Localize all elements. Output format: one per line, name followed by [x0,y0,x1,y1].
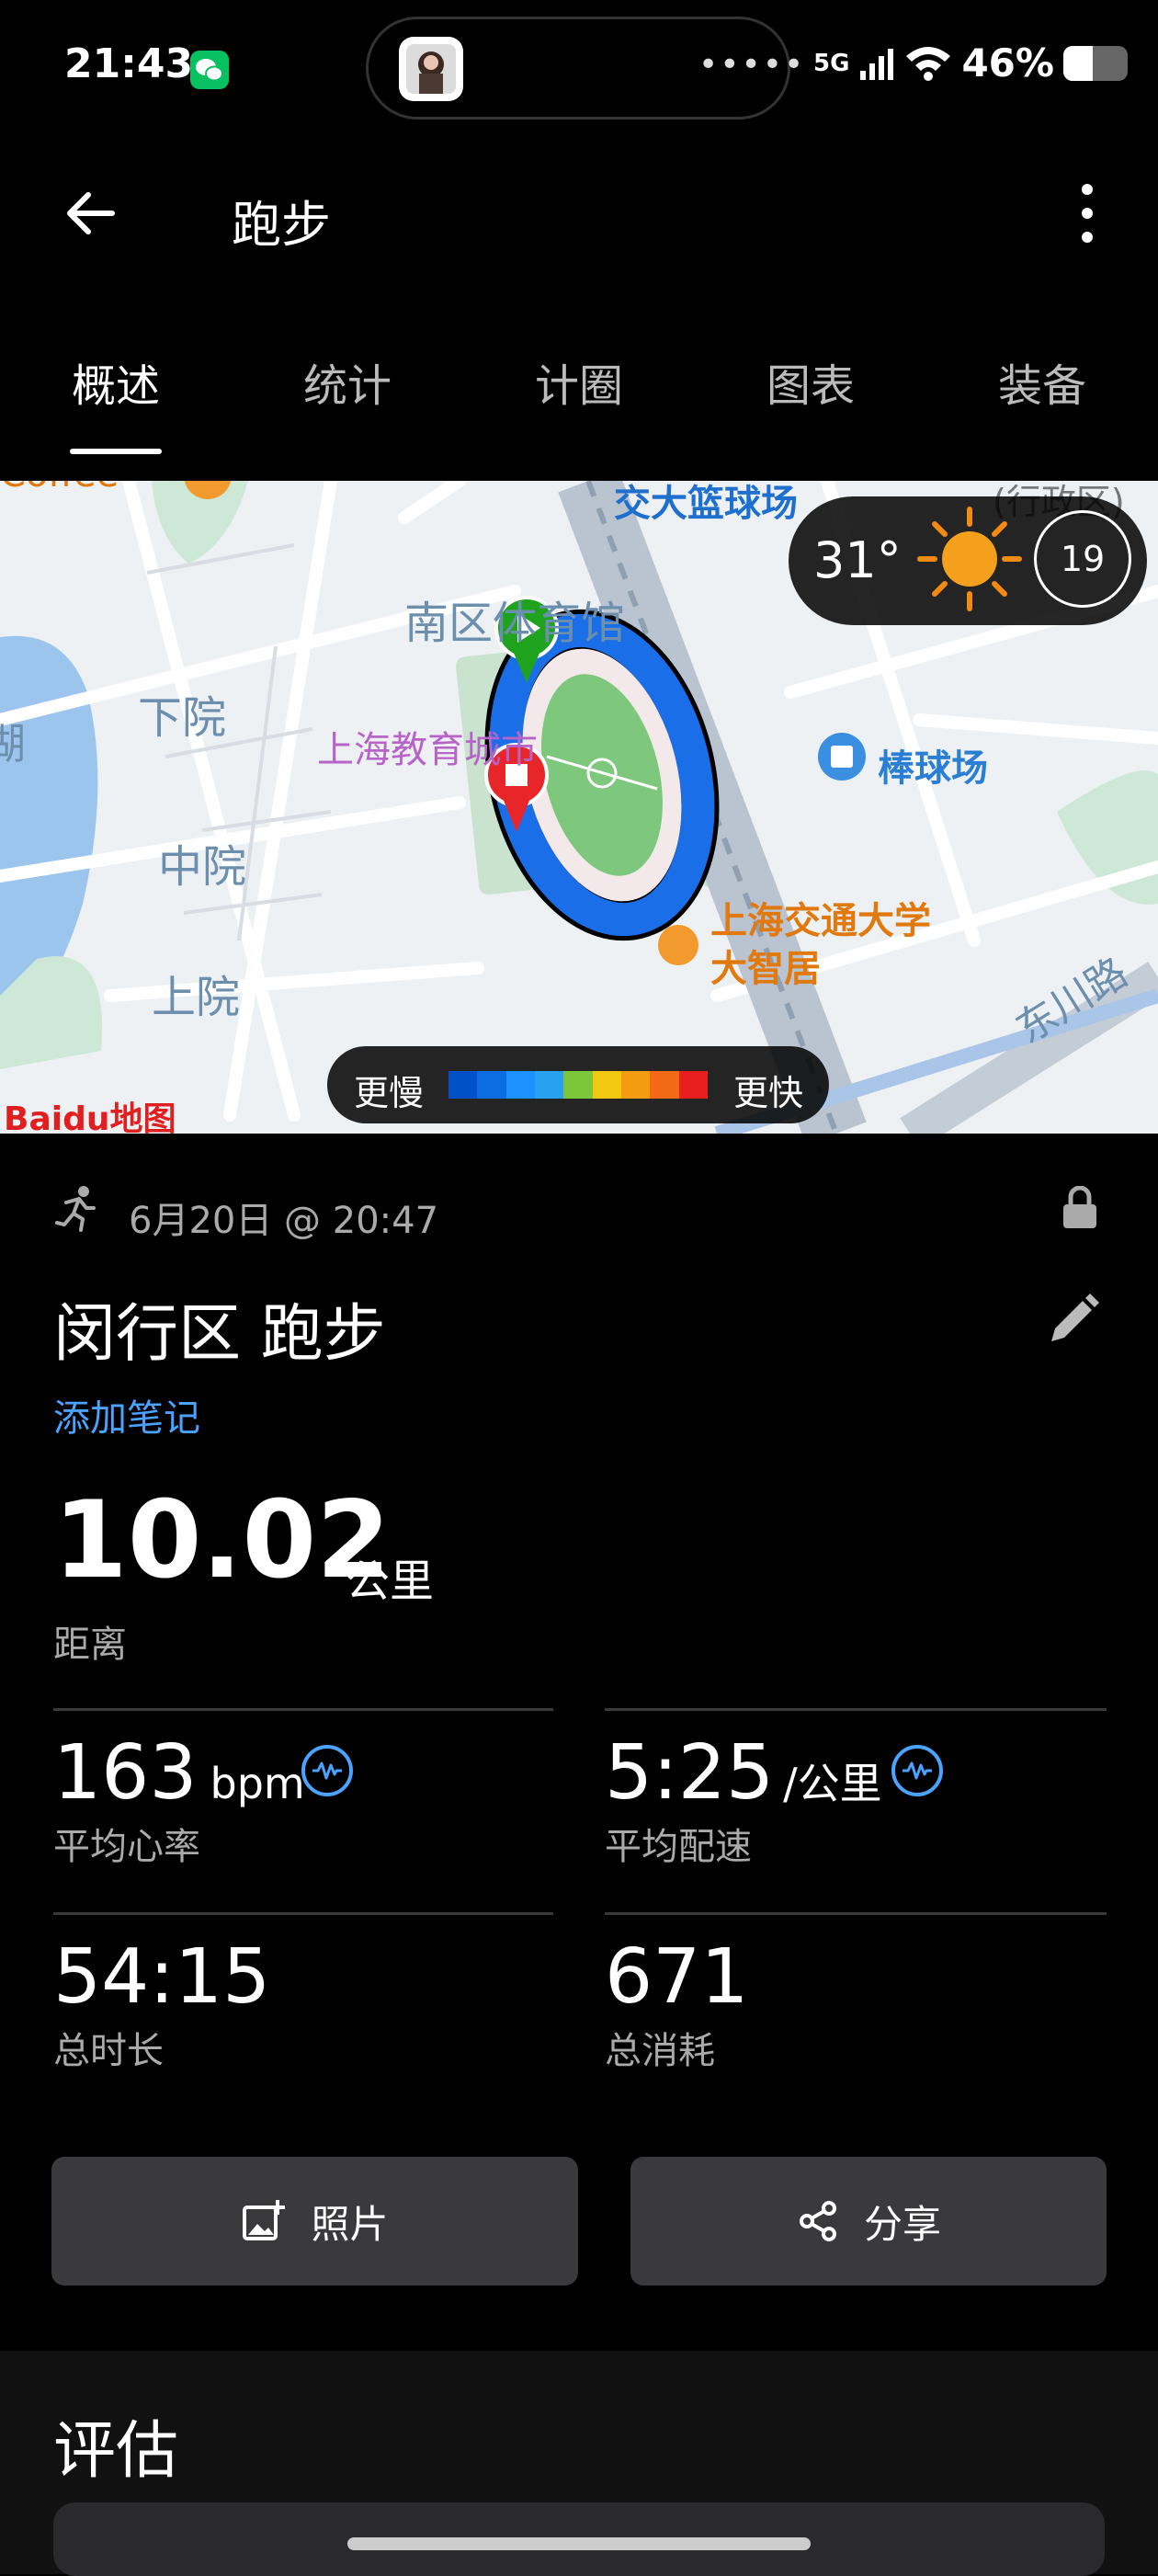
pace-stat: 5:25 /公里 [605,1736,882,1811]
pace-label: 平均配速 [605,1826,752,1868]
status-time: 21:43 [64,40,194,87]
battery-icon [1062,45,1128,81]
map-label-coffee: Coffee [0,481,119,496]
more-vertical-icon[interactable] [1073,180,1101,250]
sun-icon [916,506,1023,616]
share-button[interactable]: 分享 [630,2157,1107,2285]
map-label-gym: 南区体育馆 [404,598,626,649]
distance-unit: 公里 [346,1556,435,1607]
lock-icon[interactable] [1062,1185,1098,1234]
music-thumbnail[interactable] [399,37,463,101]
tab-stats[interactable]: 统计 [303,349,392,414]
tab-gear[interactable]: 装备 [998,349,1086,414]
legend-color-swatch [650,1071,679,1099]
island-dots: ••••• [698,46,806,84]
divider [605,1912,1107,1915]
map-label-court: 交大篮球场 [614,483,798,525]
heart-rate-value: 163 [53,1729,198,1817]
tab-indicator [70,449,162,454]
add-photo-label: 照片 [311,2201,389,2247]
divider [53,1912,553,1915]
edit-icon[interactable] [1046,1292,1101,1351]
map-label-shangyuan: 上院 [152,972,241,1023]
tab-bar: 概述 统计 计圈 图表 装备 [0,349,1158,460]
legend-color-swatch [678,1071,708,1099]
add-photo-icon [243,2200,286,2240]
back-arrow-icon[interactable] [61,184,119,246]
legend-color-bar [448,1071,708,1099]
tab-laps[interactable]: 计圈 [535,349,623,414]
legend-color-swatch [620,1071,651,1099]
running-icon [53,1184,101,1236]
pace-unit: /公里 [783,1759,882,1808]
battery-percent: 46% [961,40,1054,85]
legend-slow-label: 更慢 [354,1073,425,1113]
network-label: 5G [813,49,850,77]
tab-overview[interactable]: 概述 [72,349,160,414]
wifi-icon [906,46,951,81]
distance-label: 距离 [53,1624,127,1666]
heart-rate-unit: bpm [210,1759,305,1808]
page-title: 跑步 [232,196,331,254]
status-indicators: 5G 46% [813,40,1128,85]
activity-date: 6月20日 @ 20:47 [129,1200,439,1242]
wechat-icon [190,51,229,89]
home-indicator[interactable] [347,2537,811,2550]
distance-value: 10.02 [53,1478,391,1602]
map-label-zhiju: 上海交通大学大智居 [710,900,931,990]
legend-color-swatch [505,1071,535,1099]
pace-wave-icon[interactable] [891,1745,943,1796]
calories-value: 671 [605,1933,749,2021]
activity-title: 闵行区 跑步 [53,1298,386,1371]
heart-rate-label: 平均心率 [53,1826,200,1868]
legend-color-swatch [448,1071,478,1099]
map-label-zhongyuan: 中院 [158,841,247,893]
legend-color-swatch [592,1071,621,1099]
pace-value: 5:25 [605,1729,775,1817]
legend-color-swatch [477,1071,506,1099]
evaluation-title: 评估 [53,2415,179,2488]
map-label-xiayuan: 下院 [138,692,227,744]
map-label-lake: 湖 [0,719,26,769]
legend-color-swatch [563,1071,593,1099]
calories-label: 总消耗 [605,2030,715,2072]
legend-color-swatch [534,1071,564,1099]
duration-value: 54:15 [53,1933,271,2021]
temperature: 31° [813,531,902,589]
divider [605,1708,1107,1711]
signal-icon [860,48,894,80]
map-label-edu-city: 上海教育城市 [317,729,538,771]
map-watermark: Baidu地图 [4,1100,176,1138]
share-icon [799,2201,836,2241]
legend-fast-label: 更快 [733,1073,804,1113]
divider [53,1708,553,1711]
add-photo-button[interactable]: 照片 [51,2157,578,2285]
heart-rate-wave-icon[interactable] [301,1745,353,1796]
uv-index-badge: 19 [1034,510,1131,608]
share-label: 分享 [863,2201,941,2247]
duration-label: 总时长 [53,2030,164,2072]
add-note-link[interactable]: 添加笔记 [53,1388,200,1442]
map-label-baseball: 棒球场 [878,747,988,790]
heart-rate-stat: 163 bpm [53,1736,305,1811]
tab-charts[interactable]: 图表 [766,349,855,414]
